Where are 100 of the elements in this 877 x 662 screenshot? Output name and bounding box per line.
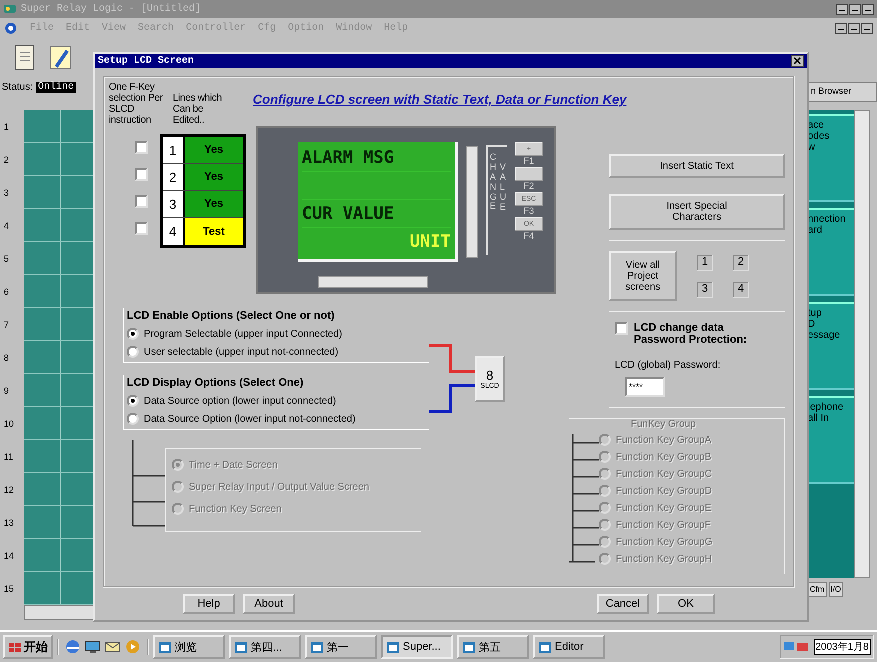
insert-static-text-button[interactable]: Insert Static Text [609,154,785,178]
ladder-cell[interactable] [24,275,94,308]
password-label: LCD (global) Password: [615,360,722,371]
wizard-card[interactable]: nnection ard [808,208,854,296]
editable-cell[interactable]: Yes [185,164,243,190]
key-label: F2 [524,181,534,192]
upper-connector-line [429,344,475,374]
about-button[interactable]: About [243,594,295,614]
ladder-cell[interactable] [24,539,94,572]
ladder-cell[interactable] [24,110,94,143]
line-number-cell: 1 [163,137,185,163]
row-number: 15 [3,583,16,596]
password-field[interactable]: **** [625,377,665,397]
taskbar-button[interactable]: Editor [533,635,605,659]
row-number: 1 [3,121,10,134]
taskbar-button[interactable]: Super... [381,635,453,659]
ladder-cell[interactable] [24,176,94,209]
note-text: One F-Key selection Per SLCD instruction [109,82,164,126]
browser-icon[interactable] [65,639,81,655]
cancel-button[interactable]: Cancel [597,594,649,614]
ladder-cell[interactable] [24,341,94,374]
line-number-cell: 4 [163,218,185,245]
option-label: Function Key GroupA [616,434,712,446]
checkbox[interactable] [135,168,148,181]
row-number: 14 [3,550,16,563]
vertical-label: CHANGE [489,153,497,214]
ladder-cell[interactable] [24,473,94,506]
help-button[interactable]: Help [183,594,235,614]
option-label: Function Key GroupF [616,520,712,530]
insert-special-characters-button[interactable]: Insert Special Characters [609,194,785,230]
tool-button[interactable]: I/O [828,582,844,597]
ladder-cell[interactable] [24,572,94,605]
option-label: Function Key GroupD [616,486,712,496]
key-label: F1 [524,156,534,167]
radio-button[interactable] [127,413,139,425]
editable-cell[interactable]: Test [185,218,243,245]
option-label: Function Key GroupH [616,554,712,564]
desktop-icon[interactable] [85,639,101,655]
group-title: FunKey Group [631,419,698,430]
row-number: 6 [3,286,10,299]
checkbox[interactable] [135,195,148,208]
option-label: Program Selectable (upper input Connected) [144,328,342,340]
lcd-text: CUR VALUE [302,204,394,224]
dialog-title: Setup LCD Screen [98,56,194,66]
ladder-cell[interactable] [24,440,94,473]
view-all-screens-button[interactable]: View all Project screens [609,251,677,301]
wizard-card[interactable]: tup D essage [808,302,854,390]
browser-tab[interactable]: n Browser [808,82,877,102]
scrollbar[interactable] [318,276,428,288]
lcd-screen[interactable]: ALARM MSG CUR VALUE UNIT [298,142,458,262]
row-number: 8 [3,352,10,365]
ladder-cell[interactable] [24,506,94,539]
screen-number[interactable]: 1 [697,255,713,271]
pen-icon[interactable] [48,44,74,72]
lcd-text: UNIT [410,232,451,252]
option-label: Function Key GroupC [616,468,712,480]
network-icon[interactable] [782,640,811,654]
tool-button[interactable]: Cfm [808,582,827,597]
taskbar-button[interactable]: 第五 [457,635,529,659]
ladder-cell[interactable] [24,407,94,440]
taskbar-button[interactable]: 第一 [305,635,377,659]
ladder-cell[interactable] [24,308,94,341]
group-title: LCD Display Options (Select One) [127,377,305,389]
editable-cell[interactable]: Yes [185,191,243,217]
clock: 2003年1月8 [814,639,871,655]
option-label: Data Source option (lower input connected) [144,396,336,406]
scrollbar[interactable] [466,146,478,258]
start-button[interactable]: 开始 [3,635,53,659]
checkbox[interactable] [615,322,628,335]
screen-number[interactable]: 3 [697,282,713,298]
screen-number[interactable]: 4 [733,282,749,298]
option-label: Function Key Screen [189,504,282,514]
app-icon[interactable] [4,22,18,34]
window-icon [158,640,172,654]
radio-button[interactable] [127,346,139,358]
window-icon [386,640,400,654]
taskbar-button[interactable]: 第四... [229,635,301,659]
ladder-cell[interactable] [24,209,94,242]
ok-button[interactable]: OK [657,594,715,614]
screen-number[interactable]: 2 [733,255,749,271]
ladder-cell[interactable] [24,374,94,407]
minimize-icon[interactable] [835,22,847,34]
window-title: Super Relay Logic - [Untitled] [21,4,202,14]
taskbar-button[interactable]: 浏览 [153,635,225,659]
checkbox[interactable] [135,141,148,154]
note-text: Lines which Can be Edited.. [173,92,223,126]
checkbox[interactable] [135,222,148,235]
checkbox-label: LCD change data Password Protection: [634,322,748,346]
scrollbar[interactable] [854,110,870,578]
minimize-icon[interactable] [836,4,848,14]
wizard-card[interactable]: lephone all In [808,396,854,484]
line-number-cell: 2 [163,164,185,190]
radio-button[interactable] [127,395,139,407]
ladder-cell[interactable] [24,242,94,275]
editable-cell[interactable]: Yes [185,137,243,163]
radio-button[interactable] [127,328,139,340]
line-number-cell: 3 [163,191,185,217]
heading-text: Configure LCD screen with Static Text, Data or Function Key [253,92,627,109]
ladder-cell[interactable] [24,143,94,176]
scrollbar[interactable] [24,605,94,620]
